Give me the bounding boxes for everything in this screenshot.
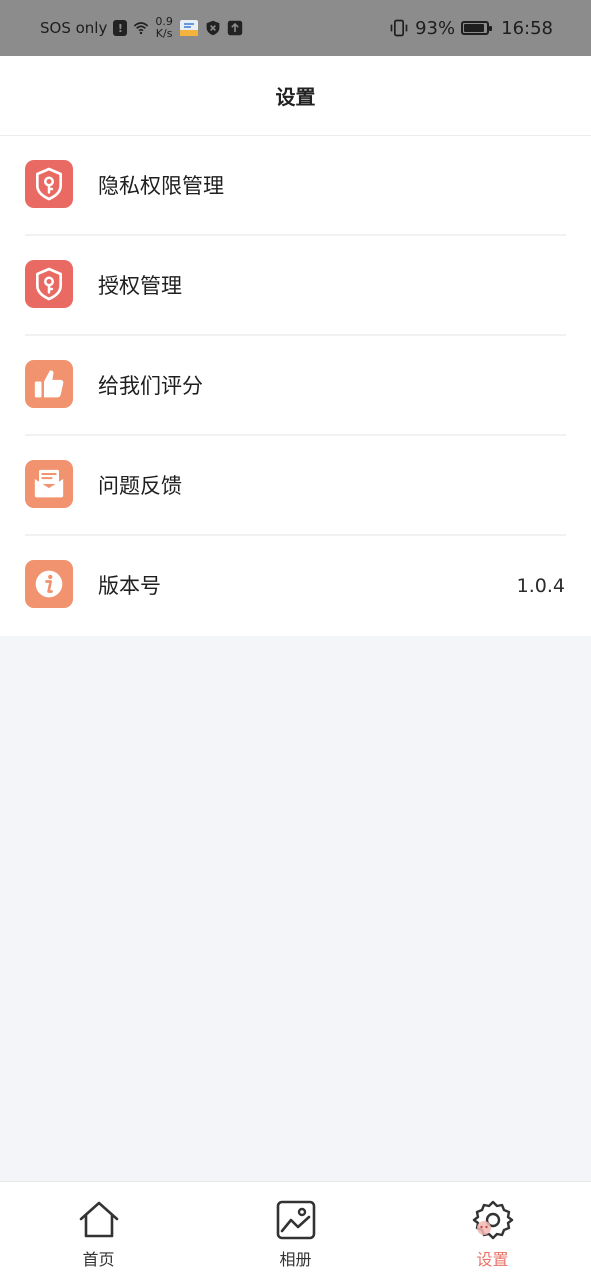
nav-item-album[interactable]: 相册: [197, 1182, 394, 1281]
battery-percent: 93%: [415, 17, 456, 39]
carrier-text: SOS only: [40, 19, 108, 37]
app-notification-icon: [179, 20, 198, 36]
settings-item-label: 给我们评分: [98, 374, 203, 398]
photo-album-icon: [276, 1200, 315, 1240]
settings-item-version[interactable]: 版本号 1.0.4: [0, 536, 591, 636]
settings-item-label: 授权管理: [98, 274, 182, 298]
nav-item-home[interactable]: 首页: [0, 1182, 197, 1281]
settings-item-authorization[interactable]: 授权管理: [0, 236, 591, 336]
home-icon: [79, 1201, 118, 1238]
settings-item-privacy[interactable]: 隐私权限管理: [0, 136, 591, 236]
nav-label: 相册: [279, 1250, 312, 1269]
status-bar-left: SOS only ! 0.9 K/s: [40, 0, 243, 56]
page-header: 设置: [0, 56, 591, 136]
nav-label: 首页: [82, 1250, 115, 1269]
clock-time: 16:58: [501, 17, 553, 39]
settings-item-feedback[interactable]: 问题反馈: [0, 436, 591, 536]
settings-item-label: 隐私权限管理: [98, 174, 224, 198]
shield-key-icon: [25, 260, 73, 308]
shield-x-icon: [206, 20, 220, 36]
status-bar-right: 93% 16:58: [389, 0, 553, 56]
version-number: 1.0.4: [516, 575, 565, 597]
nav-item-settings[interactable]: 设置: [394, 1182, 591, 1281]
upload-icon: [227, 20, 243, 36]
mail-icon: [25, 460, 73, 508]
settings-list: 隐私权限管理 授权管理 给我们评分 问题反馈 版本号 1.0.4: [0, 136, 591, 636]
bottom-nav: 首页 相册 设置: [0, 1181, 591, 1281]
network-speed-unit: K/s: [155, 27, 173, 40]
wifi-icon: [134, 22, 149, 35]
settings-item-label: 版本号: [98, 574, 161, 598]
page-title: 设置: [275, 85, 316, 109]
settings-item-label: 问题反馈: [98, 474, 182, 498]
network-speed: 0.9 K/s: [155, 16, 173, 40]
battery-icon: [461, 21, 493, 35]
status-bar: SOS only ! 0.9 K/s 93% 16:58: [0, 0, 591, 56]
shield-key-icon: [25, 160, 73, 208]
vibrate-icon: [390, 19, 408, 37]
thumbs-up-icon: [25, 360, 73, 408]
nav-label: 设置: [476, 1250, 509, 1269]
settings-item-rate-us[interactable]: 给我们评分: [0, 336, 591, 436]
gear-icon: [472, 1200, 513, 1240]
info-icon: [25, 560, 73, 608]
alert-icon: !: [113, 20, 128, 36]
battery-fill: [464, 24, 485, 32]
